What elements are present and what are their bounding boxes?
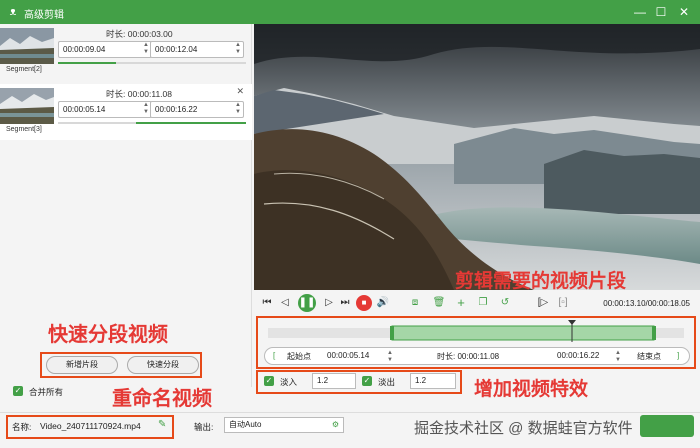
copy-icon[interactable]: ❐: [476, 296, 490, 310]
gear-icon[interactable]: ⚙: [332, 418, 339, 432]
segment-end-value: 00:00:12.04: [155, 45, 198, 54]
segment-label: Segment[2]: [6, 66, 42, 73]
annotation-cut-segment: 剪辑需要的视频片段: [455, 271, 627, 292]
confirm-button[interactable]: [640, 415, 694, 437]
end-bracket-icon[interactable]: ]: [677, 351, 679, 360]
fade-out-checkbox[interactable]: ✓: [362, 376, 372, 386]
skip-to-start-icon[interactable]: ⏮: [260, 296, 274, 310]
segment-start-field[interactable]: 00:00:05.14 ▲ ▼: [58, 101, 152, 118]
spin-arrows-icon[interactable]: ▲ ▼: [387, 350, 393, 364]
segment-progress: [58, 62, 246, 64]
output-label: 输出:: [194, 422, 214, 432]
reset-icon[interactable]: ↺: [498, 296, 512, 310]
title-bar: ᴥ 高级剪辑 — ☐ ✕: [0, 0, 700, 24]
name-label: 名称:: [12, 422, 32, 432]
fade-in-label: 淡入: [280, 377, 298, 387]
end-point-value[interactable]: 00:00:16.22: [557, 351, 599, 360]
minimize-icon[interactable]: —: [630, 3, 650, 21]
segment-item[interactable]: Segment[3] 时长: 00:00:11.08 ✕ ⌄ 00:00:05.…: [0, 84, 252, 140]
segment-duration: 时长: 00:00:03.00: [106, 29, 173, 39]
merge-all-label: 合并所有: [29, 387, 64, 397]
previous-frame-icon[interactable]: ◁: [278, 296, 292, 310]
add-icon[interactable]: +: [454, 296, 468, 310]
video-preview[interactable]: [254, 24, 700, 290]
segment-item[interactable]: Segment[2] 时长: 00:00:03.00 00:00:09.04 ▲…: [0, 24, 252, 80]
quick-segment-button[interactable]: 快速分段: [127, 356, 199, 374]
segment-thumbnail: [0, 88, 54, 124]
annotation-rename: 重命名视频: [112, 388, 212, 410]
segment-start-field[interactable]: 00:00:09.04 ▲ ▼: [58, 41, 152, 58]
fade-out-field[interactable]: 1.2: [410, 373, 456, 389]
watermark-text: 掘金技术社区 @ 数据蛙官方软件: [414, 420, 633, 437]
segment-end-value: 00:00:16.22: [155, 105, 198, 114]
filename-field[interactable]: Video_240711170924.mp4: [40, 421, 141, 431]
fade-out-label: 淡出: [378, 377, 396, 387]
segment-end-field[interactable]: 00:00:16.22 ▲ ▼: [150, 101, 244, 118]
fade-in-value: 1.2: [317, 376, 329, 385]
maximize-icon[interactable]: ☐: [651, 3, 671, 21]
next-frame-icon[interactable]: ▷: [322, 296, 336, 310]
range-bar: [ 起始点 00:00:05.14 ▲ ▼ 时长: 00:00:11.08 00:…: [264, 347, 690, 365]
spin-arrows-icon[interactable]: ▲ ▼: [235, 102, 241, 116]
stop-icon[interactable]: ■: [356, 295, 372, 311]
spin-arrows-icon[interactable]: ▲ ▼: [143, 42, 149, 56]
volume-icon[interactable]: 🔊: [376, 296, 390, 310]
segment-start-value: 00:00:09.04: [63, 45, 106, 54]
merge-all-checkbox[interactable]: ✓: [13, 386, 23, 396]
start-point-label[interactable]: 起始点: [287, 351, 311, 362]
segment-start-value: 00:00:05.14: [63, 105, 106, 114]
split-icon[interactable]: ⧈: [408, 296, 422, 310]
pause-icon[interactable]: ❚❚: [298, 294, 316, 312]
output-bar: 名称: Video_240711170924.mp4 ✎ 输出: 自动Auto …: [0, 412, 700, 448]
output-select[interactable]: 自动Auto ⚙: [224, 417, 344, 433]
annotation-quick-segment: 快速分段视频: [48, 324, 168, 346]
player-controls: ⏮ ◁ ❚❚ ▷ ⏭ ■ 🔊 ⧈ 🗑 + ❐ ↺ [▷ [▫] 00:00:13…: [254, 294, 700, 314]
spin-arrows-icon[interactable]: ▲ ▼: [615, 350, 621, 364]
fade-in-checkbox[interactable]: ✓: [264, 376, 274, 386]
segment-progress: [58, 122, 246, 124]
segment-duration: 时长: 00:00:11.08: [106, 89, 172, 99]
annotation-add-effects: 增加视频特效: [474, 379, 589, 400]
edit-pencil-icon[interactable]: ✎: [158, 419, 166, 430]
set-end-icon[interactable]: [▫]: [556, 296, 570, 310]
add-segment-button[interactable]: 新增片段: [46, 356, 118, 374]
delete-icon[interactable]: 🗑: [432, 296, 446, 310]
start-bracket-icon[interactable]: [: [273, 351, 275, 360]
timeline[interactable]: [268, 320, 684, 344]
fade-in-field[interactable]: 1.2: [312, 373, 356, 389]
close-icon[interactable]: ✕: [674, 3, 694, 21]
set-start-icon[interactable]: [▷: [536, 296, 550, 310]
start-point-value[interactable]: 00:00:05.14: [327, 351, 369, 360]
spin-arrows-icon[interactable]: ▲ ▼: [235, 42, 241, 56]
segment-thumbnail: [0, 28, 54, 64]
time-readout: 00:00:13.10/00:00:18.05: [603, 299, 690, 308]
end-point-label[interactable]: 结束点: [637, 351, 661, 362]
segment-label: Segment[3]: [6, 126, 42, 133]
skip-to-end-icon[interactable]: ⏭: [338, 296, 352, 310]
range-duration: 时长: 00:00:11.08: [437, 352, 500, 361]
spin-arrows-icon[interactable]: ▲ ▼: [143, 102, 149, 116]
app-logo-icon: ᴥ: [9, 6, 17, 18]
fade-out-value: 1.2: [415, 376, 427, 385]
output-value: 自动Auto: [229, 420, 262, 429]
window-title: 高级剪辑: [24, 10, 64, 21]
segment-end-field[interactable]: 00:00:12.04 ▲ ▼: [150, 41, 244, 58]
